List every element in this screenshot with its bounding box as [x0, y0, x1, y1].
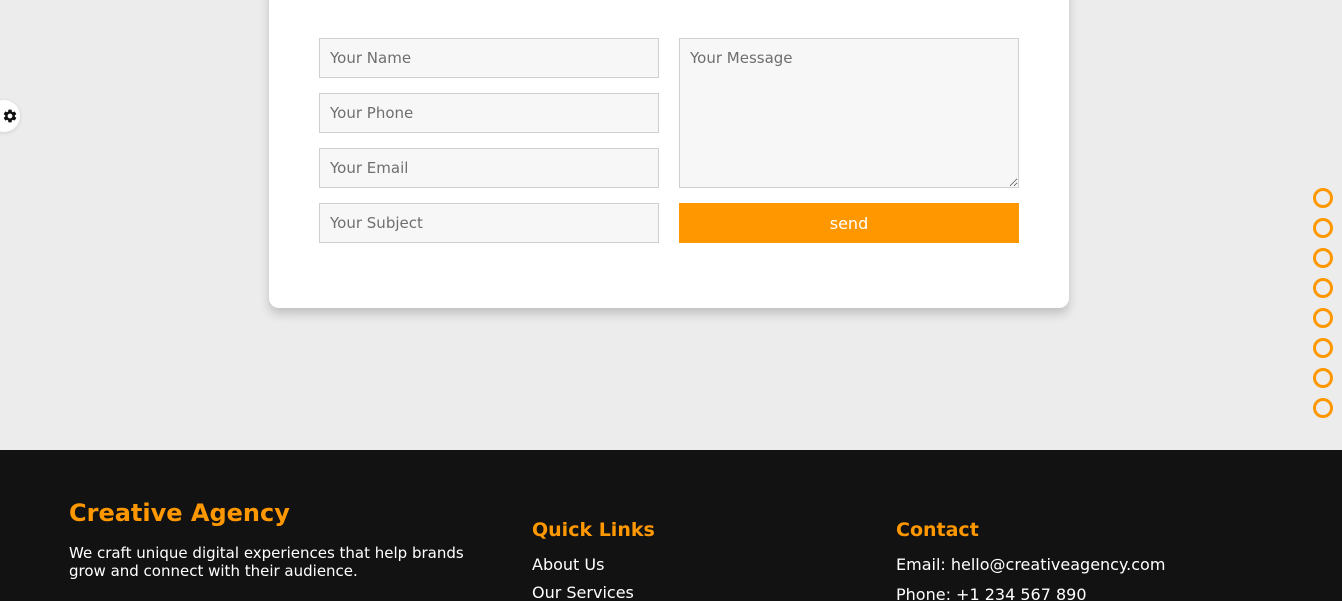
send-button[interactable]: send [679, 203, 1019, 243]
phone-input[interactable] [319, 93, 659, 133]
link-about-us[interactable]: About Us [532, 554, 634, 576]
footer-brand-description: We craft unique digital experiences that… [69, 544, 464, 580]
footer: Creative Agency We craft unique digital … [0, 450, 1342, 601]
contact-title: Contact [896, 519, 979, 541]
section-nav-dot[interactable] [1313, 278, 1333, 298]
section-nav-dot[interactable] [1313, 398, 1333, 418]
contact-email: Email: hello@creativeagency.com [896, 555, 1166, 574]
page: send Creative Agency We craft unique dig… [0, 0, 1342, 601]
quick-links-title: Quick Links [532, 519, 655, 541]
name-input[interactable] [319, 38, 659, 78]
section-nav-dot[interactable] [1313, 308, 1333, 328]
contact-phone: Phone: +1 234 567 890 [896, 585, 1087, 601]
section-nav-dot[interactable] [1313, 338, 1333, 358]
quick-links-list: About Us Our Services [532, 554, 634, 601]
footer-brand-title: Creative Agency [69, 499, 290, 527]
section-nav-dot[interactable] [1313, 188, 1333, 208]
section-nav-dot[interactable] [1313, 218, 1333, 238]
link-our-services[interactable]: Our Services [532, 582, 634, 601]
email-input[interactable] [319, 148, 659, 188]
contact-form-card: send [269, 0, 1069, 308]
section-nav-dot[interactable] [1313, 248, 1333, 268]
message-textarea[interactable] [679, 38, 1019, 188]
section-nav-dot[interactable] [1313, 368, 1333, 388]
subject-input[interactable] [319, 203, 659, 243]
gear-icon [2, 108, 18, 124]
section-nav-dots [1313, 188, 1333, 418]
contact-list: Email: hello@creativeagency.com Phone: +… [896, 554, 1165, 601]
settings-toggle[interactable] [0, 100, 20, 132]
